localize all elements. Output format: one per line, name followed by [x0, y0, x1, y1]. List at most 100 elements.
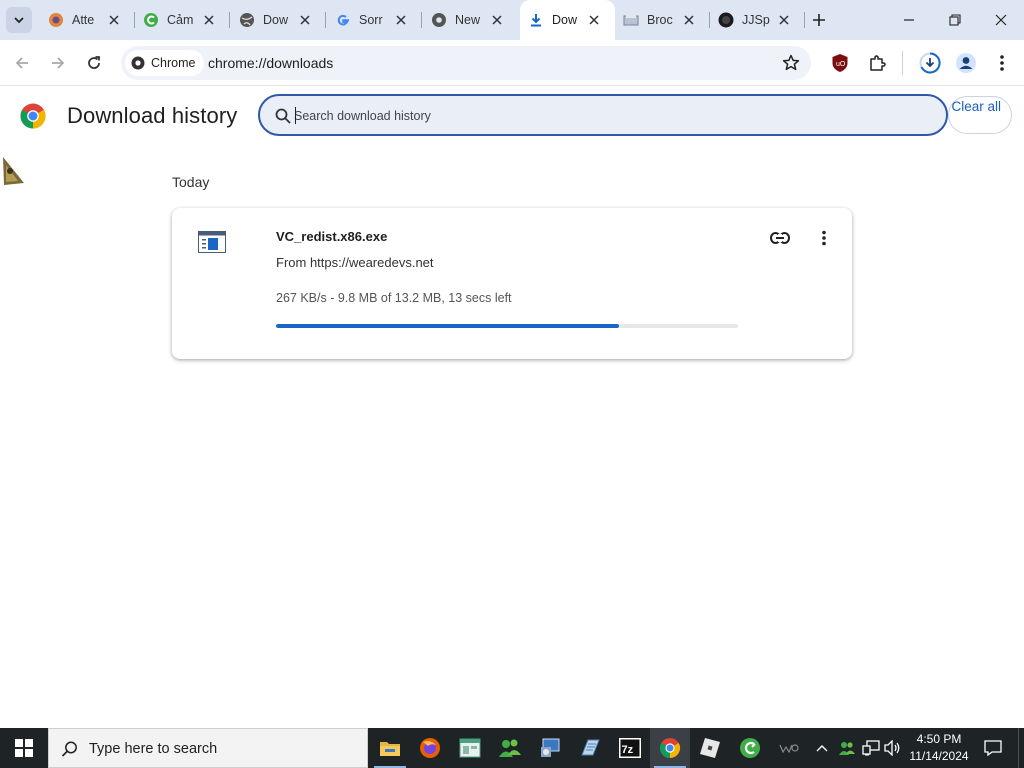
- desktop-image-icon: [3, 157, 24, 185]
- tab-title: JJSp: [742, 13, 770, 27]
- tab-title: Broc: [647, 13, 673, 27]
- page-icon: [623, 12, 639, 28]
- browser-tab[interactable]: Atte: [40, 0, 135, 40]
- ccleaner-icon[interactable]: [730, 728, 770, 768]
- search-icon: [275, 108, 291, 124]
- download-progress-bar: [276, 324, 738, 328]
- svg-text:7z: 7z: [622, 744, 634, 756]
- back-button[interactable]: [10, 51, 34, 75]
- globe-icon: [239, 12, 255, 28]
- menu-button[interactable]: [990, 51, 1014, 75]
- windows-logo-icon: [15, 739, 33, 757]
- people-tray-icon[interactable]: [836, 728, 858, 768]
- progress-fill: [276, 324, 619, 328]
- chevron-down-icon: [14, 17, 24, 24]
- text-caret: [295, 107, 296, 124]
- app-window-icon[interactable]: [450, 728, 490, 768]
- tray-app-icon[interactable]: [776, 728, 802, 768]
- close-icon[interactable]: [490, 13, 504, 27]
- dark-circle-icon: [718, 12, 734, 28]
- search-icon: [61, 741, 77, 757]
- download-file-name[interactable]: VC_redist.x86.exe: [276, 229, 387, 244]
- tab-divider: [325, 12, 326, 28]
- puzzle-icon: [870, 55, 886, 71]
- tab-search-button[interactable]: [6, 7, 32, 33]
- toolbar-divider: [902, 51, 903, 75]
- tab-title: Atte: [72, 13, 95, 27]
- more-actions-button[interactable]: [812, 226, 836, 250]
- profile-button[interactable]: [954, 51, 978, 75]
- reload-button[interactable]: [82, 51, 106, 75]
- close-icon: [995, 14, 1007, 26]
- volume-icon[interactable]: [882, 728, 904, 768]
- chrome-icon[interactable]: [650, 728, 690, 768]
- roblox-icon[interactable]: [690, 728, 730, 768]
- close-icon[interactable]: [587, 13, 601, 27]
- taskbar-clock[interactable]: 4:50 PM 11/14/2024: [904, 731, 974, 765]
- clear-all-button[interactable]: Clear all: [948, 96, 1012, 134]
- browser-tab[interactable]: Cảm: [135, 0, 230, 40]
- close-icon[interactable]: [107, 13, 121, 27]
- spiral-app-icon: [48, 12, 64, 28]
- ublock-extension-icon[interactable]: uO: [828, 51, 852, 75]
- minimize-button[interactable]: [886, 0, 932, 40]
- download-status-text: 267 KB/s - 9.8 MB of 13.2 MB, 13 secs le…: [276, 291, 512, 305]
- firefox-icon[interactable]: [410, 728, 450, 768]
- green-c-icon: [143, 12, 159, 28]
- site-info-chip[interactable]: Chrome: [125, 50, 205, 76]
- copy-link-button[interactable]: [768, 226, 792, 250]
- link-icon: [770, 232, 790, 244]
- browser-tab[interactable]: JJSp: [710, 0, 805, 40]
- tab-title: New: [455, 13, 481, 27]
- show-hidden-icons-button[interactable]: [812, 728, 832, 768]
- browser-tab[interactable]: New: [423, 0, 518, 40]
- restore-button[interactable]: [932, 0, 978, 40]
- tab-divider: [421, 12, 422, 28]
- downloads-toolbar-button[interactable]: [918, 51, 942, 75]
- address-bar[interactable]: Chrome chrome://downloads: [121, 46, 811, 80]
- control-panel-icon[interactable]: [530, 728, 570, 768]
- browser-tab-active[interactable]: Dow: [520, 0, 615, 40]
- arrow-left-icon: [15, 57, 28, 69]
- close-icon[interactable]: [394, 13, 408, 27]
- notepad-icon[interactable]: [570, 728, 610, 768]
- start-button[interactable]: [0, 728, 48, 768]
- url-text[interactable]: chrome://downloads: [208, 55, 333, 71]
- download-icon: [528, 12, 544, 28]
- kebab-menu-icon: [822, 230, 826, 246]
- download-item-card: VC_redist.x86.exe From https://wearedevs…: [172, 208, 852, 359]
- file-explorer-icon[interactable]: [370, 728, 410, 768]
- google-icon: [335, 12, 351, 28]
- forward-button[interactable]: [46, 51, 70, 75]
- tab-strip: Atte Cảm Dow Sorr New Dow Broc JJSp: [0, 0, 1024, 40]
- notification-center-button[interactable]: [978, 728, 1008, 768]
- browser-toolbar: Chrome chrome://downloads uO: [0, 40, 1024, 86]
- exe-file-icon: [198, 231, 226, 253]
- tab-title: Sorr: [359, 13, 383, 27]
- close-window-button[interactable]: [978, 0, 1024, 40]
- chip-label: Chrome: [151, 56, 196, 70]
- 7zip-icon[interactable]: 7z: [610, 728, 650, 768]
- extensions-button[interactable]: [865, 51, 889, 75]
- network-icon[interactable]: [860, 728, 882, 768]
- search-input[interactable]: [294, 105, 894, 127]
- close-icon[interactable]: [202, 13, 216, 27]
- restore-icon: [949, 14, 961, 26]
- minimize-icon: [904, 19, 914, 21]
- browser-tab[interactable]: Broc: [615, 0, 710, 40]
- tab-title: Cảm: [167, 13, 194, 27]
- browser-tab[interactable]: Sorr: [327, 0, 422, 40]
- download-progress-icon: [919, 52, 941, 74]
- close-icon[interactable]: [777, 13, 791, 27]
- people-icon[interactable]: [490, 728, 530, 768]
- download-source-url: From https://wearedevs.net: [276, 255, 434, 270]
- close-icon[interactable]: [298, 13, 312, 27]
- notification-icon: [984, 740, 1002, 756]
- star-icon[interactable]: [781, 53, 801, 73]
- download-search-box[interactable]: [258, 94, 948, 136]
- show-desktop-button[interactable]: [1018, 728, 1024, 768]
- new-tab-button[interactable]: [809, 10, 829, 30]
- browser-tab[interactable]: Dow: [231, 0, 326, 40]
- close-icon[interactable]: [682, 13, 696, 27]
- taskbar-search-box[interactable]: Type here to search: [48, 728, 368, 768]
